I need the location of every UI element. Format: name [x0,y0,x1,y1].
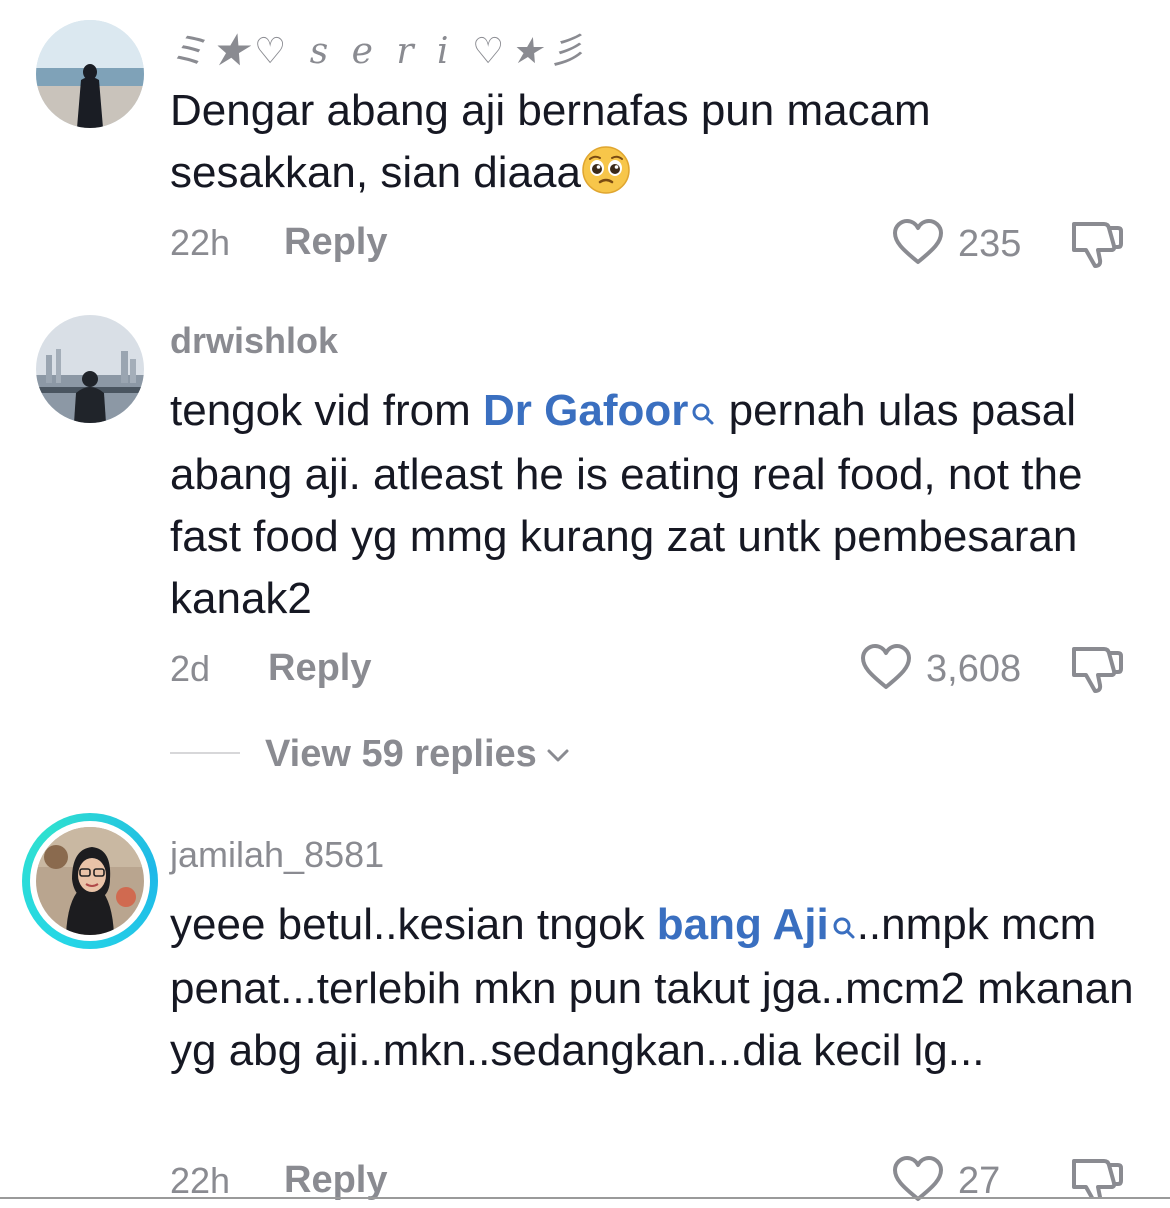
avatar[interactable] [36,315,144,423]
comment-text: Dengar abang aji bernafas pun macam sesa… [170,86,931,197]
avatar[interactable] [36,20,144,128]
dislike-icon[interactable] [1068,218,1124,275]
reply-button[interactable]: Reply [284,1159,387,1202]
comment-time: 22h [170,1160,231,1201]
like-button[interactable]: 27 [892,1155,1000,1208]
comment-username[interactable]: drwishlok [170,320,338,362]
comment-text: tengok vid from Dr Gafoor pernah ulas pa… [170,380,1140,630]
like-button[interactable]: 235 [892,218,1021,271]
divider [0,1197,1170,1199]
like-count: 235 [958,223,1022,265]
pleading-face-icon [581,145,631,195]
comment-time: 2d [170,648,211,689]
story-ring[interactable] [22,813,158,949]
reply-button[interactable]: Reply [284,221,387,264]
chevron-down-icon [545,733,571,776]
avatar[interactable] [36,827,144,935]
dislike-icon[interactable] [1068,643,1124,700]
heart-icon [892,1155,944,1208]
like-button[interactable]: 3,608 [860,643,1021,696]
comment-username[interactable]: ミ★♡ s e r i ♡★彡 [170,22,591,74]
heart-icon [892,218,944,271]
search-icon[interactable] [690,382,716,444]
like-count: 3,608 [926,648,1022,690]
search-icon[interactable] [831,896,857,958]
comment-username[interactable]: jamilah_8581 [170,834,384,876]
comment-text: yeee betul..kesian tngok bang Aji ..nmpk … [170,894,1140,1082]
mention-link[interactable]: bang Aji [657,900,829,949]
divider [170,752,240,754]
reply-button[interactable]: Reply [268,647,371,690]
mention-link[interactable]: Dr Gafoor [483,386,688,435]
view-replies-button[interactable]: View 59 replies [265,733,571,776]
heart-icon [860,643,912,696]
comment-time: 22h [170,222,231,263]
